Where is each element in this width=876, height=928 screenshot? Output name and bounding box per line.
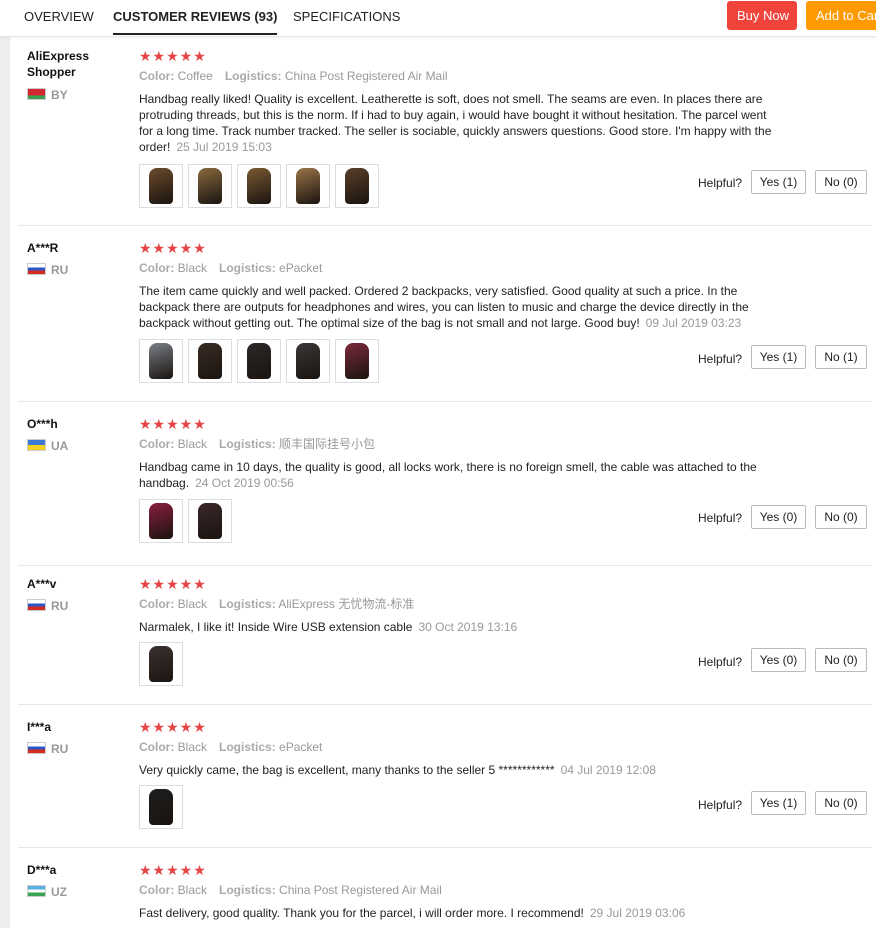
bag-photo-icon [149,503,173,539]
review-text: The item came quickly and well packed. O… [139,284,749,330]
reviewer-name: AliExpress Shopper [27,49,90,79]
review-item: A***v RU ★★★★★ Color: Black Logistics: Al… [18,576,872,705]
reviewer-name: I***a [27,720,52,734]
bag-photo-icon [345,343,369,379]
review-photo-thumbnail[interactable] [286,339,330,383]
review-meta: Color: Black Logistics: AliExpress 无忧物流-标… [139,597,415,611]
helpful-no-button[interactable]: No (0) [815,505,867,529]
reviewer-name: D***a [27,863,57,877]
helpful-label: Helpful? [698,352,743,366]
buy-now-button[interactable]: Buy Now [727,1,797,30]
bag-photo-icon [198,168,222,204]
review-date: 29 Jul 2019 03:06 [589,906,686,920]
review-photo-thumbnail[interactable] [335,164,379,208]
rating-stars: ★★★★★ [139,862,207,878]
rating-stars: ★★★★★ [139,240,207,256]
bag-photo-icon [198,343,222,379]
rating-stars: ★★★★★ [139,719,207,735]
reviewer-country: RU [27,263,68,277]
helpful-no-button[interactable]: No (1) [815,345,867,369]
review-item: I***a RU ★★★★★ Color: Black Logistics: eP… [18,719,872,848]
flag-ru-icon [27,742,46,754]
top-navigation: OVERVIEW CUSTOMER REVIEWS (93) SPECIFICA… [0,0,876,37]
review-date: 09 Jul 2019 03:23 [645,316,742,330]
reviewer-name: A***v [27,577,57,591]
bag-photo-icon [345,168,369,204]
review-text: Very quickly came, the bag is excellent,… [139,763,656,777]
flag-ru-icon [27,263,46,275]
bag-photo-icon [247,168,271,204]
flag-ru-icon [27,599,46,611]
review-date: 04 Jul 2019 12:08 [560,763,656,777]
flag-by-icon [27,88,46,100]
rating-stars: ★★★★★ [139,416,207,432]
review-photo-thumbnail[interactable] [139,499,183,543]
helpful-label: Helpful? [698,511,743,525]
rating-stars: ★★★★★ [139,48,207,64]
tab-specifications[interactable]: SPECIFICATIONS [293,0,400,33]
tab-customer-reviews[interactable]: CUSTOMER REVIEWS (93) [113,0,278,35]
review-photo-thumbnail[interactable] [237,339,281,383]
bag-photo-icon [296,343,320,379]
review-date: 30 Oct 2019 13:16 [418,620,518,634]
add-to-cart-button[interactable]: Add to Cart [806,1,876,30]
helpful-label: Helpful? [698,176,743,190]
review-text: Narmalek, I like it! Inside Wire USB ext… [139,620,518,634]
review-meta: Color: Black Logistics: China Post Regist… [139,883,442,897]
review-photo-thumbnail[interactable] [139,339,183,383]
review-photo-thumbnail[interactable] [188,164,232,208]
helpful-yes-button[interactable]: Yes (0) [751,505,806,529]
reviewer-country: RU [27,742,68,756]
bag-photo-icon [296,168,320,204]
review-text: Handbag came in 10 days, the quality is … [139,460,757,490]
flag-ua-icon [27,439,46,451]
helpful-yes-button[interactable]: Yes (1) [751,791,806,815]
helpful-label: Helpful? [698,798,743,812]
review-photo-thumbnail[interactable] [286,164,330,208]
review-photo-thumbnail[interactable] [335,339,379,383]
bag-photo-icon [198,503,222,539]
tab-overview[interactable]: OVERVIEW [24,0,94,33]
helpful-no-button[interactable]: No (0) [815,648,867,672]
review-photo-thumbnail[interactable] [188,499,232,543]
helpful-no-button[interactable]: No (0) [815,791,867,815]
helpful-yes-button[interactable]: Yes (0) [751,648,806,672]
review-photo-thumbnail[interactable] [139,785,183,829]
review-photo-thumbnail[interactable] [188,339,232,383]
review-date: 24 Oct 2019 00:56 [195,476,294,490]
review-meta: Color: Black Logistics: 顺丰国际挂号小包 [139,437,376,451]
review-photo-thumbnail[interactable] [237,164,281,208]
bag-photo-icon [247,343,271,379]
review-photo-thumbnail[interactable] [139,642,183,686]
rating-stars: ★★★★★ [139,576,207,592]
reviewer-country: UZ [27,885,67,899]
bag-photo-icon [149,343,173,379]
reviewer-name: O***h [27,417,58,431]
helpful-no-button[interactable]: No (0) [815,170,867,194]
reviewer-name: A***R [27,241,59,255]
review-item: A***R RU ★★★★★ Color: Black Logistics: eP… [18,240,872,402]
bag-photo-icon [149,646,173,682]
reviewer-country: RU [27,599,68,613]
reviewer-country: UA [27,439,68,453]
review-text: Handbag really liked! Quality is excelle… [139,92,772,154]
flag-uz-icon [27,885,46,897]
reviewer-country: BY [27,88,68,102]
helpful-label: Helpful? [698,655,743,669]
review-meta: Color: Black Logistics: ePacket [139,740,323,754]
left-gutter [0,0,10,928]
helpful-yes-button[interactable]: Yes (1) [751,170,806,194]
review-item: AliExpress Shopper BY ★★★★★ Color: Coffe… [18,48,872,226]
review-text: Fast delivery, good quality. Thank you f… [139,906,686,920]
review-meta: Color: Coffee Logistics: China Post Regis… [139,69,448,83]
helpful-yes-button[interactable]: Yes (1) [751,345,806,369]
review-item: O***h UA ★★★★★ Color: Black Logistics: 顺丰… [18,416,872,566]
review-date: 25 Jul 2019 15:03 [176,140,272,154]
bag-photo-icon [149,789,173,825]
review-meta: Color: Black Logistics: ePacket [139,261,323,275]
bag-photo-icon [149,168,173,204]
review-item: D***a UZ ★★★★★ Color: Black Logistics: Ch… [18,862,872,928]
review-photo-thumbnail[interactable] [139,164,183,208]
